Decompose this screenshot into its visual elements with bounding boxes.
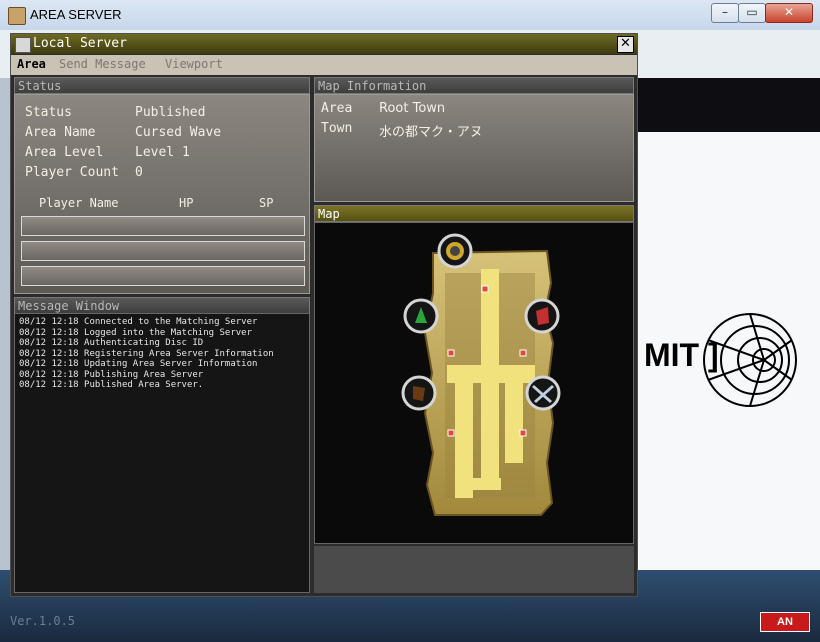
local-server-window: Local Server ✕ Area Send Message Viewpor… bbox=[10, 33, 638, 597]
area-name-label: Area Name bbox=[25, 125, 96, 140]
hp-header: HP bbox=[179, 196, 194, 210]
message-line: 08/12 12:18 Logged into the Matching Ser… bbox=[19, 327, 252, 338]
message-line: 08/12 12:18 Publishing Area Server bbox=[19, 369, 204, 380]
menu-send-message[interactable]: Send Message bbox=[59, 57, 146, 71]
message-line: 08/12 12:18 Connected to the Matching Se… bbox=[19, 317, 258, 327]
map-viewport[interactable] bbox=[314, 222, 634, 544]
map-header: Map bbox=[314, 205, 634, 222]
version-label: Ver.1.0.5 bbox=[10, 614, 76, 628]
player-row[interactable] bbox=[21, 216, 305, 236]
map-area-label: Area bbox=[321, 101, 353, 116]
status-header: Status bbox=[14, 77, 310, 94]
message-line: 08/12 12:18 Published Area Server. bbox=[19, 380, 204, 390]
bg-dark-band bbox=[636, 78, 820, 132]
minimize-button[interactable]: – bbox=[711, 3, 739, 23]
close-button[interactable]: ✕ bbox=[765, 3, 813, 23]
language-badge[interactable]: AN bbox=[760, 612, 810, 632]
status-panel: Status Published Area Name Cursed Wave Are… bbox=[14, 94, 310, 294]
player-count-value: 0 bbox=[135, 165, 143, 180]
message-line: 08/12 12:18 Authenticating Disc ID bbox=[19, 338, 204, 348]
local-server-titlebar[interactable]: Local Server ✕ bbox=[11, 34, 637, 54]
status-label: Status bbox=[25, 105, 72, 120]
map-information-panel: Area Root Town Town 水の都マク・アヌ bbox=[314, 94, 634, 202]
area-name-value: Cursed Wave bbox=[135, 125, 222, 140]
message-window-header: Message Window bbox=[14, 297, 310, 314]
window-icon bbox=[15, 37, 31, 53]
map-lower-area bbox=[314, 546, 634, 593]
app-icon bbox=[8, 7, 26, 25]
player-row[interactable] bbox=[21, 241, 305, 261]
os-window-title: AREA SERVER bbox=[30, 7, 122, 22]
menu-bar: Area Send Message Viewport bbox=[11, 55, 637, 75]
os-titlebar: AREA SERVER – ▭ ✕ bbox=[0, 0, 820, 31]
message-line: 08/12 12:18 Registering Area Server Info… bbox=[19, 348, 274, 359]
map-town-value: 水の都マク・アヌ bbox=[379, 125, 483, 140]
message-window: 08/12 12:18 Connected to the Matching Se… bbox=[14, 313, 310, 593]
player-row[interactable] bbox=[21, 266, 305, 286]
maximize-button[interactable]: ▭ bbox=[738, 3, 766, 23]
menu-area[interactable]: Area bbox=[17, 57, 46, 71]
sphere-logo-icon bbox=[703, 313, 797, 407]
town-map-image bbox=[401, 233, 561, 516]
status-value: Published bbox=[135, 105, 206, 120]
local-server-title: Local Server bbox=[33, 36, 127, 51]
map-town-label: Town bbox=[321, 121, 353, 136]
message-line: 08/12 12:18 Updating Area Server Informa… bbox=[19, 359, 258, 369]
map-area-value: Root Town bbox=[379, 101, 446, 116]
map-information-header: Map Information bbox=[314, 77, 634, 94]
area-level-label: Area Level bbox=[25, 145, 104, 160]
close-icon[interactable]: ✕ bbox=[617, 36, 634, 53]
area-level-value: Level 1 bbox=[135, 145, 190, 160]
player-name-header: Player Name bbox=[39, 196, 119, 210]
menu-viewport[interactable]: Viewport bbox=[165, 57, 223, 71]
sp-header: SP bbox=[259, 196, 274, 210]
os-window: AREA SERVER – ▭ ✕ MIT ] Ver.1.0.5 AN Loc… bbox=[0, 0, 820, 642]
player-count-label: Player Count bbox=[25, 165, 119, 180]
